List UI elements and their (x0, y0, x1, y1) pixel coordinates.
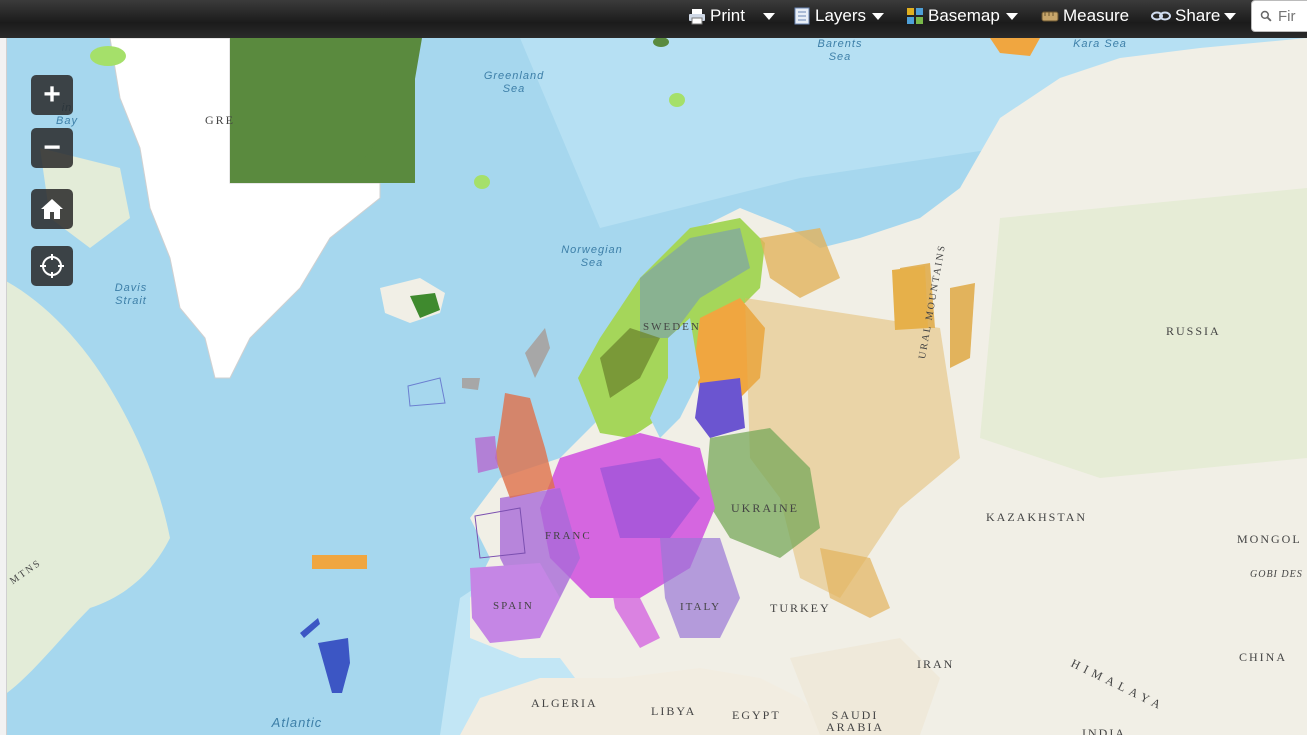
label-atlantic: Atlantic (271, 715, 323, 730)
label-kara-sea: Kara Sea (1073, 38, 1127, 50)
label-kazakhstan: KAZAKHSTAN (986, 510, 1088, 524)
locate-button[interactable] (31, 246, 73, 286)
chevron-down-icon (872, 12, 885, 20)
label-greenland-sea: Greenland Sea (483, 70, 545, 95)
label-russia: RUSSIA (1166, 324, 1221, 338)
label-algeria: ALGERIA (531, 696, 598, 710)
label-sweden: SWEDEN (643, 321, 701, 333)
measure-label: Measure (1063, 6, 1130, 25)
map-canvas[interactable]: RUSSIA KAZAKHSTAN MONGOL CHINA TURKEY IR… (0, 38, 1307, 735)
toolbar: Print Layers Basemap Measure Share (0, 0, 1307, 38)
minus-icon: − (43, 131, 61, 164)
layers-button[interactable]: Layers (793, 5, 885, 27)
label-saudi-arabia: SAUDI ARABIA (825, 708, 884, 734)
printer-icon (689, 9, 705, 25)
chevron-down-icon (1224, 12, 1237, 20)
land-north-america (0, 278, 170, 698)
zoom-out-button[interactable]: − (31, 128, 73, 168)
crosshair-icon (40, 254, 64, 278)
basemap-button[interactable]: Basemap (906, 5, 1018, 27)
label-egypt: EGYPT (732, 708, 781, 722)
basemap-label: Basemap (928, 6, 1000, 25)
link-icon (1151, 11, 1171, 21)
search-input[interactable] (1276, 6, 1307, 26)
label-turkey: TURKEY (770, 601, 831, 615)
label-italy: ITALY (680, 601, 722, 613)
search-box[interactable] (1251, 0, 1307, 32)
label-iran: IRAN (917, 657, 955, 671)
basemap-grid-icon (907, 8, 923, 24)
basemap-svg (0, 38, 1307, 735)
print-button[interactable]: Print (688, 5, 775, 27)
label-davis-strait: Davis Strait (114, 282, 148, 307)
measure-button[interactable]: Measure (1041, 5, 1129, 27)
chevron-down-icon (762, 12, 775, 20)
layers-icon (794, 7, 810, 25)
label-norwegian-sea: Norwegian Sea (561, 244, 623, 269)
search-icon (1260, 10, 1272, 22)
zoom-in-button[interactable]: + (31, 75, 73, 115)
plus-icon: + (43, 78, 61, 111)
ruler-icon (1041, 11, 1059, 22)
label-spain: SPAIN (493, 600, 534, 612)
label-france: FRANC (545, 530, 592, 542)
label-ukraine: UKRAINE (731, 501, 799, 515)
home-icon (41, 199, 63, 219)
label-libya: LIBYA (651, 704, 697, 718)
share-button[interactable]: Share (1151, 5, 1237, 27)
panel-edge (0, 38, 7, 735)
label-greenland: GRE (205, 113, 235, 127)
chevron-down-icon (1005, 12, 1018, 20)
label-india: INDIA (1082, 726, 1126, 735)
share-label: Share (1175, 6, 1221, 25)
home-button[interactable] (31, 189, 73, 229)
label-gobi-desert: GOBI DES (1250, 569, 1303, 580)
label-china: CHINA (1239, 650, 1287, 664)
print-label: Print (710, 6, 745, 25)
label-barents-sea: Barents Sea (817, 38, 863, 63)
label-mongolia: MONGOL (1237, 532, 1302, 546)
layers-label: Layers (815, 6, 867, 25)
